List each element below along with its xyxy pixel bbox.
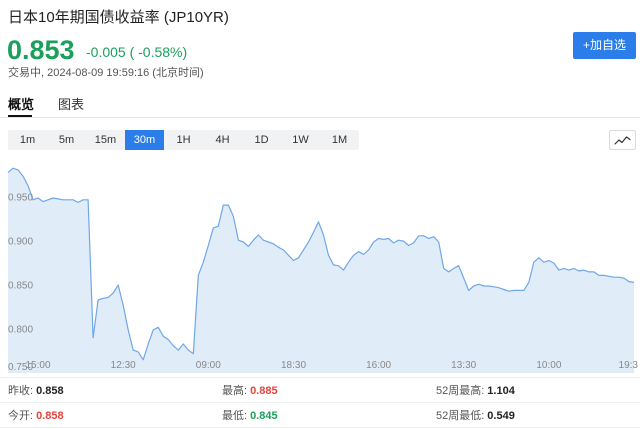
stat-label: 今开:	[8, 410, 34, 422]
y-tick-label: 0.900	[8, 237, 33, 248]
x-tick-label: 16:00	[366, 360, 391, 371]
page-title: 日本10年期国债收益率 (JP10YR)	[8, 9, 229, 26]
x-tick-label: 09:00	[196, 360, 221, 371]
stats-row: 昨收: 0.858 最高: 0.885 52周最高: 1.104	[0, 378, 640, 403]
price-chart[interactable]: 0.9500.9000.8500.8000.75015:00 12:30 09:00…	[0, 158, 640, 374]
interval-button-1d[interactable]: 1D	[242, 130, 281, 150]
stat-label: 最低:	[222, 410, 248, 422]
stat-value: 0.845	[250, 410, 278, 422]
stat-prev-close: 昨收: 0.858	[8, 382, 222, 398]
last-price: 0.853	[7, 35, 75, 65]
trading-status: 交易中, 2024-08-09 19:59:16 (北京时间)	[8, 67, 204, 79]
interval-button-1month[interactable]: 1M	[320, 130, 359, 150]
interval-button-5m[interactable]: 5m	[47, 130, 86, 150]
price-change: -0.005 ( -0.58%)	[86, 44, 188, 60]
stat-label: 52周最低:	[436, 410, 485, 422]
tab-divider	[0, 117, 640, 118]
stat-day-high: 最高: 0.885	[222, 382, 436, 398]
stats-row: 今开: 0.858 最低: 0.845 52周最低: 0.549	[0, 403, 640, 428]
x-tick-label: 19:3	[619, 360, 639, 371]
stat-open: 今开: 0.858	[8, 407, 222, 423]
interval-button-1w[interactable]: 1W	[281, 130, 320, 150]
tab-overview[interactable]: 概览	[8, 97, 34, 113]
interval-button-30m[interactable]: 30m	[125, 130, 164, 150]
stat-value: 0.885	[250, 385, 278, 397]
x-tick-label: 15:00	[25, 360, 50, 371]
interval-button-4h[interactable]: 4H	[203, 130, 242, 150]
stat-day-low: 最低: 0.845	[222, 407, 436, 423]
interval-button-15m[interactable]: 15m	[86, 130, 125, 150]
line-chart-icon	[614, 136, 631, 145]
interval-button-1m[interactable]: 1m	[8, 130, 47, 150]
chart-type-button[interactable]	[609, 130, 636, 150]
interval-selector: 1m 5m 15m 30m 1H 4H 1D 1W 1M	[8, 130, 359, 150]
interval-button-1h[interactable]: 1H	[164, 130, 203, 150]
stat-label: 最高:	[222, 385, 248, 397]
y-tick-label: 0.850	[8, 281, 33, 292]
price-area	[8, 168, 634, 373]
y-tick-label: 0.800	[8, 325, 33, 336]
y-tick-label: 0.950	[8, 193, 33, 204]
stat-label: 昨收:	[8, 385, 34, 397]
stats-table: 昨收: 0.858 最高: 0.885 52周最高: 1.104 今开: 0.858 最…	[0, 377, 640, 428]
stat-value: 0.858	[36, 410, 64, 422]
stat-52w-low: 52周最低: 0.549	[436, 407, 640, 423]
stat-value: 0.549	[487, 410, 515, 422]
x-tick-label: 13:30	[451, 360, 476, 371]
stat-value: 1.104	[487, 385, 515, 397]
tab-chart[interactable]: 图表	[58, 97, 84, 113]
x-tick-label: 12:30	[111, 360, 136, 371]
add-to-watchlist-button[interactable]: +加自选	[573, 32, 636, 59]
stat-52w-high: 52周最高: 1.104	[436, 382, 640, 398]
x-tick-label: 18:30	[281, 360, 306, 371]
stat-label: 52周最高:	[436, 385, 485, 397]
stat-value: 0.858	[36, 385, 64, 397]
x-tick-label: 10:00	[536, 360, 561, 371]
